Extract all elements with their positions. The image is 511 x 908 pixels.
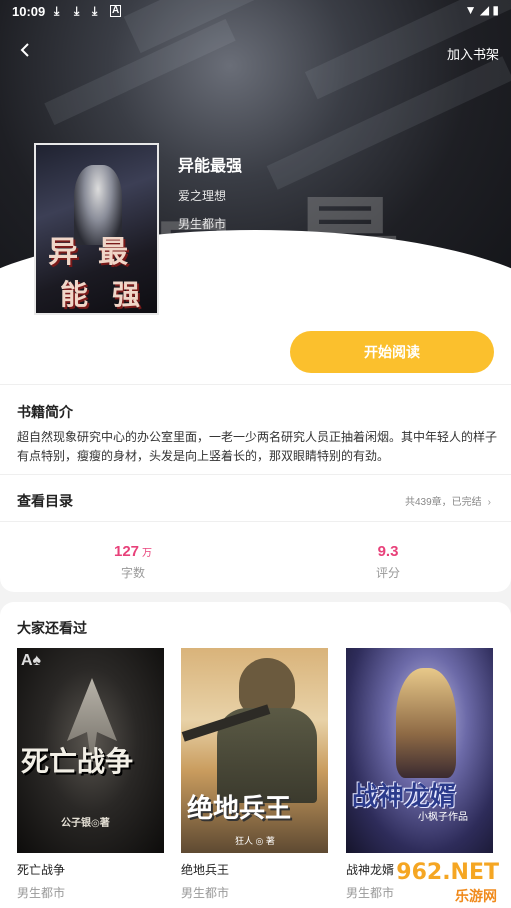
intro-text: 超自然现象研究中心的办公室里面，一老一少两名研究人员正抽着闲烟。其中年轻人的样子… — [17, 430, 498, 463]
stat-words-unit: 万 — [142, 548, 153, 559]
stat-words-value: 127 — [113, 543, 140, 560]
book-info: 异能最强 爱之理想 男生都市 — [178, 152, 242, 232]
system-icons: ▼ ◢ ▮ — [465, 3, 499, 17]
chevron-right-icon: › — [487, 497, 491, 508]
book-category: 男生都市 — [178, 217, 227, 231]
stat-rating-value: 9.3 — [377, 543, 399, 560]
recommend-title: 大家还看过 — [17, 620, 87, 636]
cover-author: 小枫子作品 — [418, 812, 468, 823]
cover-title: 绝地兵王 — [187, 794, 292, 824]
recommend-book-cover[interactable]: 绝地兵王 狂人 ◎ 著 — [181, 648, 328, 853]
add-to-shelf-button[interactable]: 加入书架 — [447, 44, 499, 63]
watermark-logo: 962.NET — [396, 860, 499, 885]
toc-title[interactable]: 查看目录 — [17, 491, 73, 511]
cover-title-char: 能 — [60, 278, 89, 311]
stat-rating: 9.3 评分 — [348, 543, 428, 581]
status-bar: 10:09 ⤓ ⤓ ⤓ A ▼ ◢ ▮ — [0, 0, 511, 22]
watermark-text: 乐游网 — [455, 888, 497, 904]
site-watermark: 962.NET 乐游网 — [355, 860, 505, 904]
recommend-book[interactable]: 绝地兵王 狂人 ◎ 著 绝地兵王 男生都市 — [181, 648, 328, 901]
status-time: 10:09 — [12, 4, 46, 19]
recommend-book-category: 男生都市 — [181, 886, 230, 900]
divider — [0, 384, 511, 385]
cover-author: 公子银◎著 — [61, 818, 110, 829]
toc-meta-text: 共439章，已完结 — [404, 497, 482, 508]
toc-link[interactable]: 共439章，已完结 › — [405, 493, 491, 508]
cover-title: 死亡战争 — [21, 745, 134, 778]
book-cover: 异 最 能 强 — [34, 143, 159, 315]
intro-title: 书籍简介 — [17, 404, 73, 420]
download-icon: ⤓ — [74, 4, 80, 18]
book-author[interactable]: 爱之理想 — [178, 187, 242, 204]
recommend-book-name: 绝地兵王 — [181, 863, 230, 877]
recommend-book-name: 死亡战争 — [17, 863, 66, 877]
cover-title-char: 最 — [98, 235, 128, 270]
recommend-book[interactable]: A♠ 死亡战争 公子银◎著 死亡战争 男生都市 — [17, 648, 164, 901]
recommend-book-cover[interactable]: 战神龙婿 小枫子作品 — [346, 648, 493, 853]
notification-icon: A — [110, 5, 122, 17]
cover-title-char: 异 — [48, 235, 78, 270]
cover-author: 狂人 ◎ 著 — [235, 836, 275, 846]
start-reading-button[interactable]: 开始阅读 — [290, 331, 494, 373]
download-icon: ⤓ — [92, 4, 98, 18]
book-title: 异能最强 — [178, 158, 243, 175]
signal-icon: ◢ — [479, 3, 490, 17]
cover-title-char: 强 — [112, 278, 141, 311]
divider — [0, 474, 511, 475]
stat-rating-label: 评分 — [375, 566, 400, 580]
battery-icon: ▮ — [492, 3, 499, 17]
divider — [0, 521, 511, 522]
stat-words-label: 字数 — [120, 566, 145, 580]
recommend-book-cover[interactable]: A♠ 死亡战争 公子银◎著 — [17, 648, 164, 853]
stat-words: 127 万 字数 — [90, 543, 176, 581]
wifi-icon: ▼ — [464, 3, 477, 17]
chevron-left-icon — [20, 43, 29, 57]
recommend-book-category: 男生都市 — [17, 886, 66, 900]
download-icon: ⤓ — [54, 4, 60, 18]
spade-icon: A♠ — [21, 652, 42, 669]
back-button[interactable] — [14, 38, 38, 62]
